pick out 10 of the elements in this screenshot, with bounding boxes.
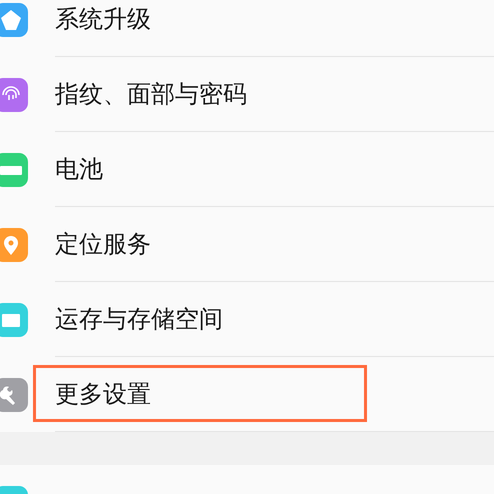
memory-card-icon [0, 302, 28, 336]
settings-item[interactable]: 指纹、面部与密码 [55, 76, 247, 112]
settings-item[interactable]: 定位服务 [55, 226, 151, 262]
settings-item[interactable]: 更多设置 [55, 376, 151, 412]
wrench-icon [0, 378, 28, 412]
settings-item[interactable]: 运存与存储空间 [55, 301, 223, 337]
settings-item[interactable]: 电池 [55, 151, 103, 187]
battery-icon [0, 152, 28, 186]
location-pin-icon [0, 228, 28, 262]
settings-item[interactable]: 系统升级 [55, 1, 151, 37]
